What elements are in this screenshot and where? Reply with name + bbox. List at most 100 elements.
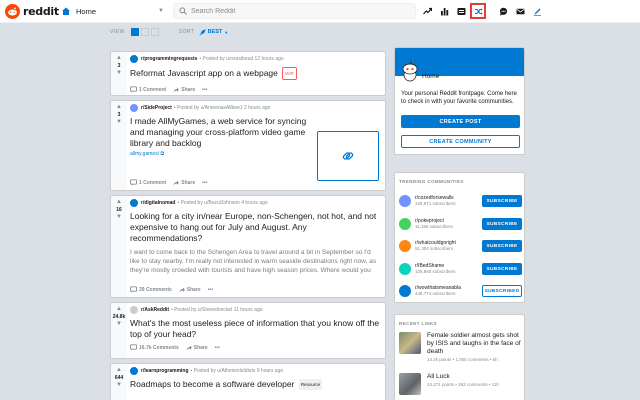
community-row[interactable]: r/cozedforsewalls 128,971 subscribers SUB… <box>399 191 522 211</box>
upvote-arrow-icon[interactable]: ▲ <box>116 104 122 111</box>
home-card-title: Home <box>422 73 440 80</box>
home-dropdown[interactable]: Home ▼ <box>61 6 166 16</box>
search-box[interactable] <box>173 3 416 19</box>
card-view-icon[interactable] <box>130 28 139 36</box>
create-post-button[interactable]: CREATE POST <box>401 115 520 128</box>
subreddit-icon <box>130 55 138 63</box>
community-row[interactable]: r/pokeproject 11,195 subscribers SUBSCRIB… <box>399 214 522 234</box>
view-label: VIEW <box>110 29 125 35</box>
downvote-arrow-icon[interactable]: ▼ <box>116 214 122 221</box>
upvote-arrow-icon[interactable]: ▲ <box>116 199 122 206</box>
community-subscribers: 11,195 subscribers <box>415 224 453 229</box>
upvote-arrow-icon[interactable]: ▲ <box>116 306 122 313</box>
community-subscribers: 128,971 subscribers <box>415 201 456 206</box>
create-post-pencil-icon[interactable] <box>529 3 545 19</box>
post-title[interactable]: Reformat Javascript app on a webpage WIP <box>130 67 381 80</box>
comments-link[interactable]: 16.7k Comments <box>139 345 179 351</box>
view-sort-bar: VIEW SORT BEST ▼ <box>110 25 386 39</box>
post-card[interactable]: ▲ 24.8k ▼ r/AskReddit • Posted by u/Ston… <box>110 302 386 359</box>
subscribe-button[interactable]: SUBSCRIBE <box>482 195 522 207</box>
share-button[interactable]: Share <box>194 345 208 351</box>
recent-link-thumbnail[interactable] <box>399 332 421 354</box>
vote-score: 16 <box>116 207 122 213</box>
subreddit-icon <box>130 367 138 375</box>
more-options-icon[interactable]: ••• <box>202 87 207 93</box>
subreddit-link[interactable]: r/AskReddit <box>141 307 169 313</box>
post-title[interactable]: Looking for a city in/near Europe, non-S… <box>130 211 381 244</box>
community-row[interactable]: r/whatcouldgoright 51,304 subscribers SUB… <box>399 236 522 256</box>
all-feed-icon[interactable] <box>453 3 469 19</box>
downvote-arrow-icon[interactable]: ▼ <box>116 70 122 77</box>
subreddit-link[interactable]: r/programmingrequests <box>141 56 197 62</box>
comments-link[interactable]: 39 Comments <box>139 287 172 293</box>
post-actions: 39 Comments Share ••• <box>130 286 381 293</box>
link-icon <box>342 152 354 160</box>
share-button[interactable]: Share <box>181 180 195 186</box>
share-button[interactable]: Share <box>181 87 195 93</box>
recent-link-thumbnail[interactable] <box>399 373 421 395</box>
recent-link-title[interactable]: All Luck <box>427 373 499 381</box>
post-card[interactable]: ▲ 3 ▼ r/programmingrequests • Posted by … <box>110 51 386 96</box>
post-meta: r/learnprogramming • Posted by u/Atheism… <box>130 367 381 375</box>
post-card[interactable]: ▲ 16 ▼ r/digitalnomad • Posted by u/Bezu… <box>110 195 386 298</box>
recent-link-row[interactable]: All Luck 13,271 points • 263 comments • … <box>399 373 522 395</box>
post-byline: • Posted by u/AmeenasAllbee1 2 hours ago <box>173 105 271 111</box>
more-options-icon[interactable]: ••• <box>208 287 213 293</box>
recent-link-title[interactable]: Female soldier almost gets shot by ISIS … <box>427 332 522 356</box>
link-thumbnail[interactable] <box>317 131 379 181</box>
downvote-arrow-icon[interactable]: ▼ <box>116 119 122 126</box>
upvote-arrow-icon[interactable]: ▲ <box>116 55 122 62</box>
recent-link-meta: 14.2k points • 1,005 comments • 6h <box>427 357 498 362</box>
post-card[interactable]: ▲ 644 ▼ r/learnprogramming • Posted by u… <box>110 363 386 400</box>
compact-view-icon[interactable] <box>150 28 159 36</box>
share-icon <box>173 87 180 92</box>
snoo-mascot-icon <box>402 60 418 82</box>
more-options-icon[interactable]: ••• <box>202 180 207 186</box>
share-button[interactable]: Share <box>187 287 201 293</box>
post-flair: WIP <box>282 67 297 80</box>
post-card[interactable]: ▲ 3 ▼ r/SideProject • Posted by u/Ameena… <box>110 100 386 191</box>
post-title[interactable]: I made AllMyGames, a web service for syn… <box>130 116 315 149</box>
shuffle-random-icon[interactable] <box>470 3 486 19</box>
classic-view-icon[interactable] <box>140 28 149 36</box>
subreddit-link[interactable]: r/learnprogramming <box>141 368 189 374</box>
vote-column: ▲ 16 ▼ <box>111 196 127 297</box>
post-title[interactable]: Roadmaps to become a software developer … <box>130 379 381 391</box>
mail-icon[interactable] <box>512 3 528 19</box>
upvote-arrow-icon[interactable]: ▲ <box>116 367 122 374</box>
reddit-logo[interactable]: reddit <box>5 3 67 19</box>
community-subscribers: 51,304 subscribers <box>415 246 454 251</box>
stats-chart-icon[interactable] <box>436 3 452 19</box>
create-community-button[interactable]: CREATE COMMUNITY <box>401 135 520 148</box>
chevron-down-icon: ▼ <box>158 8 164 14</box>
chat-icon[interactable] <box>495 3 511 19</box>
subreddit-link[interactable]: r/digitalnomad <box>141 200 175 206</box>
share-icon <box>173 180 180 185</box>
sort-dropdown[interactable]: BEST ▼ <box>199 29 228 36</box>
post-meta: r/digitalnomad • Posted by u/BezulJohnso… <box>130 199 381 207</box>
search-icon <box>179 7 187 15</box>
subscribe-button[interactable]: SUBSCRIBE <box>482 240 522 252</box>
header-icons <box>419 3 546 19</box>
downvote-arrow-icon[interactable]: ▼ <box>116 382 122 389</box>
more-options-icon[interactable]: ••• <box>215 345 220 351</box>
recent-link-meta: 13,271 points • 263 comments • 11h <box>427 382 499 387</box>
downvote-arrow-icon[interactable]: ▼ <box>116 321 122 328</box>
subreddit-link[interactable]: r/SideProject <box>141 105 172 111</box>
search-input[interactable] <box>191 7 391 15</box>
vote-column: ▲ 24.8k ▼ <box>111 303 127 358</box>
post-title[interactable]: What's the most useless piece of informa… <box>130 318 381 340</box>
comment-icon <box>130 286 137 293</box>
subscribed-button[interactable]: SUBSCRIBED <box>482 285 522 297</box>
recent-links-card: RECENT LINKS Female soldier almost gets … <box>394 314 525 400</box>
comments-link[interactable]: 1 Comment <box>139 180 166 186</box>
recent-link-row[interactable]: Female soldier almost gets shot by ISIS … <box>399 332 522 362</box>
subscribe-button[interactable]: SUBSCRIBE <box>482 263 522 275</box>
vote-score: 3 <box>117 112 121 118</box>
popular-trending-icon[interactable] <box>419 3 435 19</box>
community-row[interactable]: r/IBedShame 105,880 subscribers SUBSCRIBE <box>399 259 522 279</box>
community-row[interactable]: r/wowthatsmeanabla 446,774 subscribers SU… <box>399 281 522 301</box>
comments-link[interactable]: 1 Comment <box>139 87 166 93</box>
subscribe-button[interactable]: SUBSCRIBE <box>482 218 522 230</box>
community-avatar <box>399 285 411 297</box>
